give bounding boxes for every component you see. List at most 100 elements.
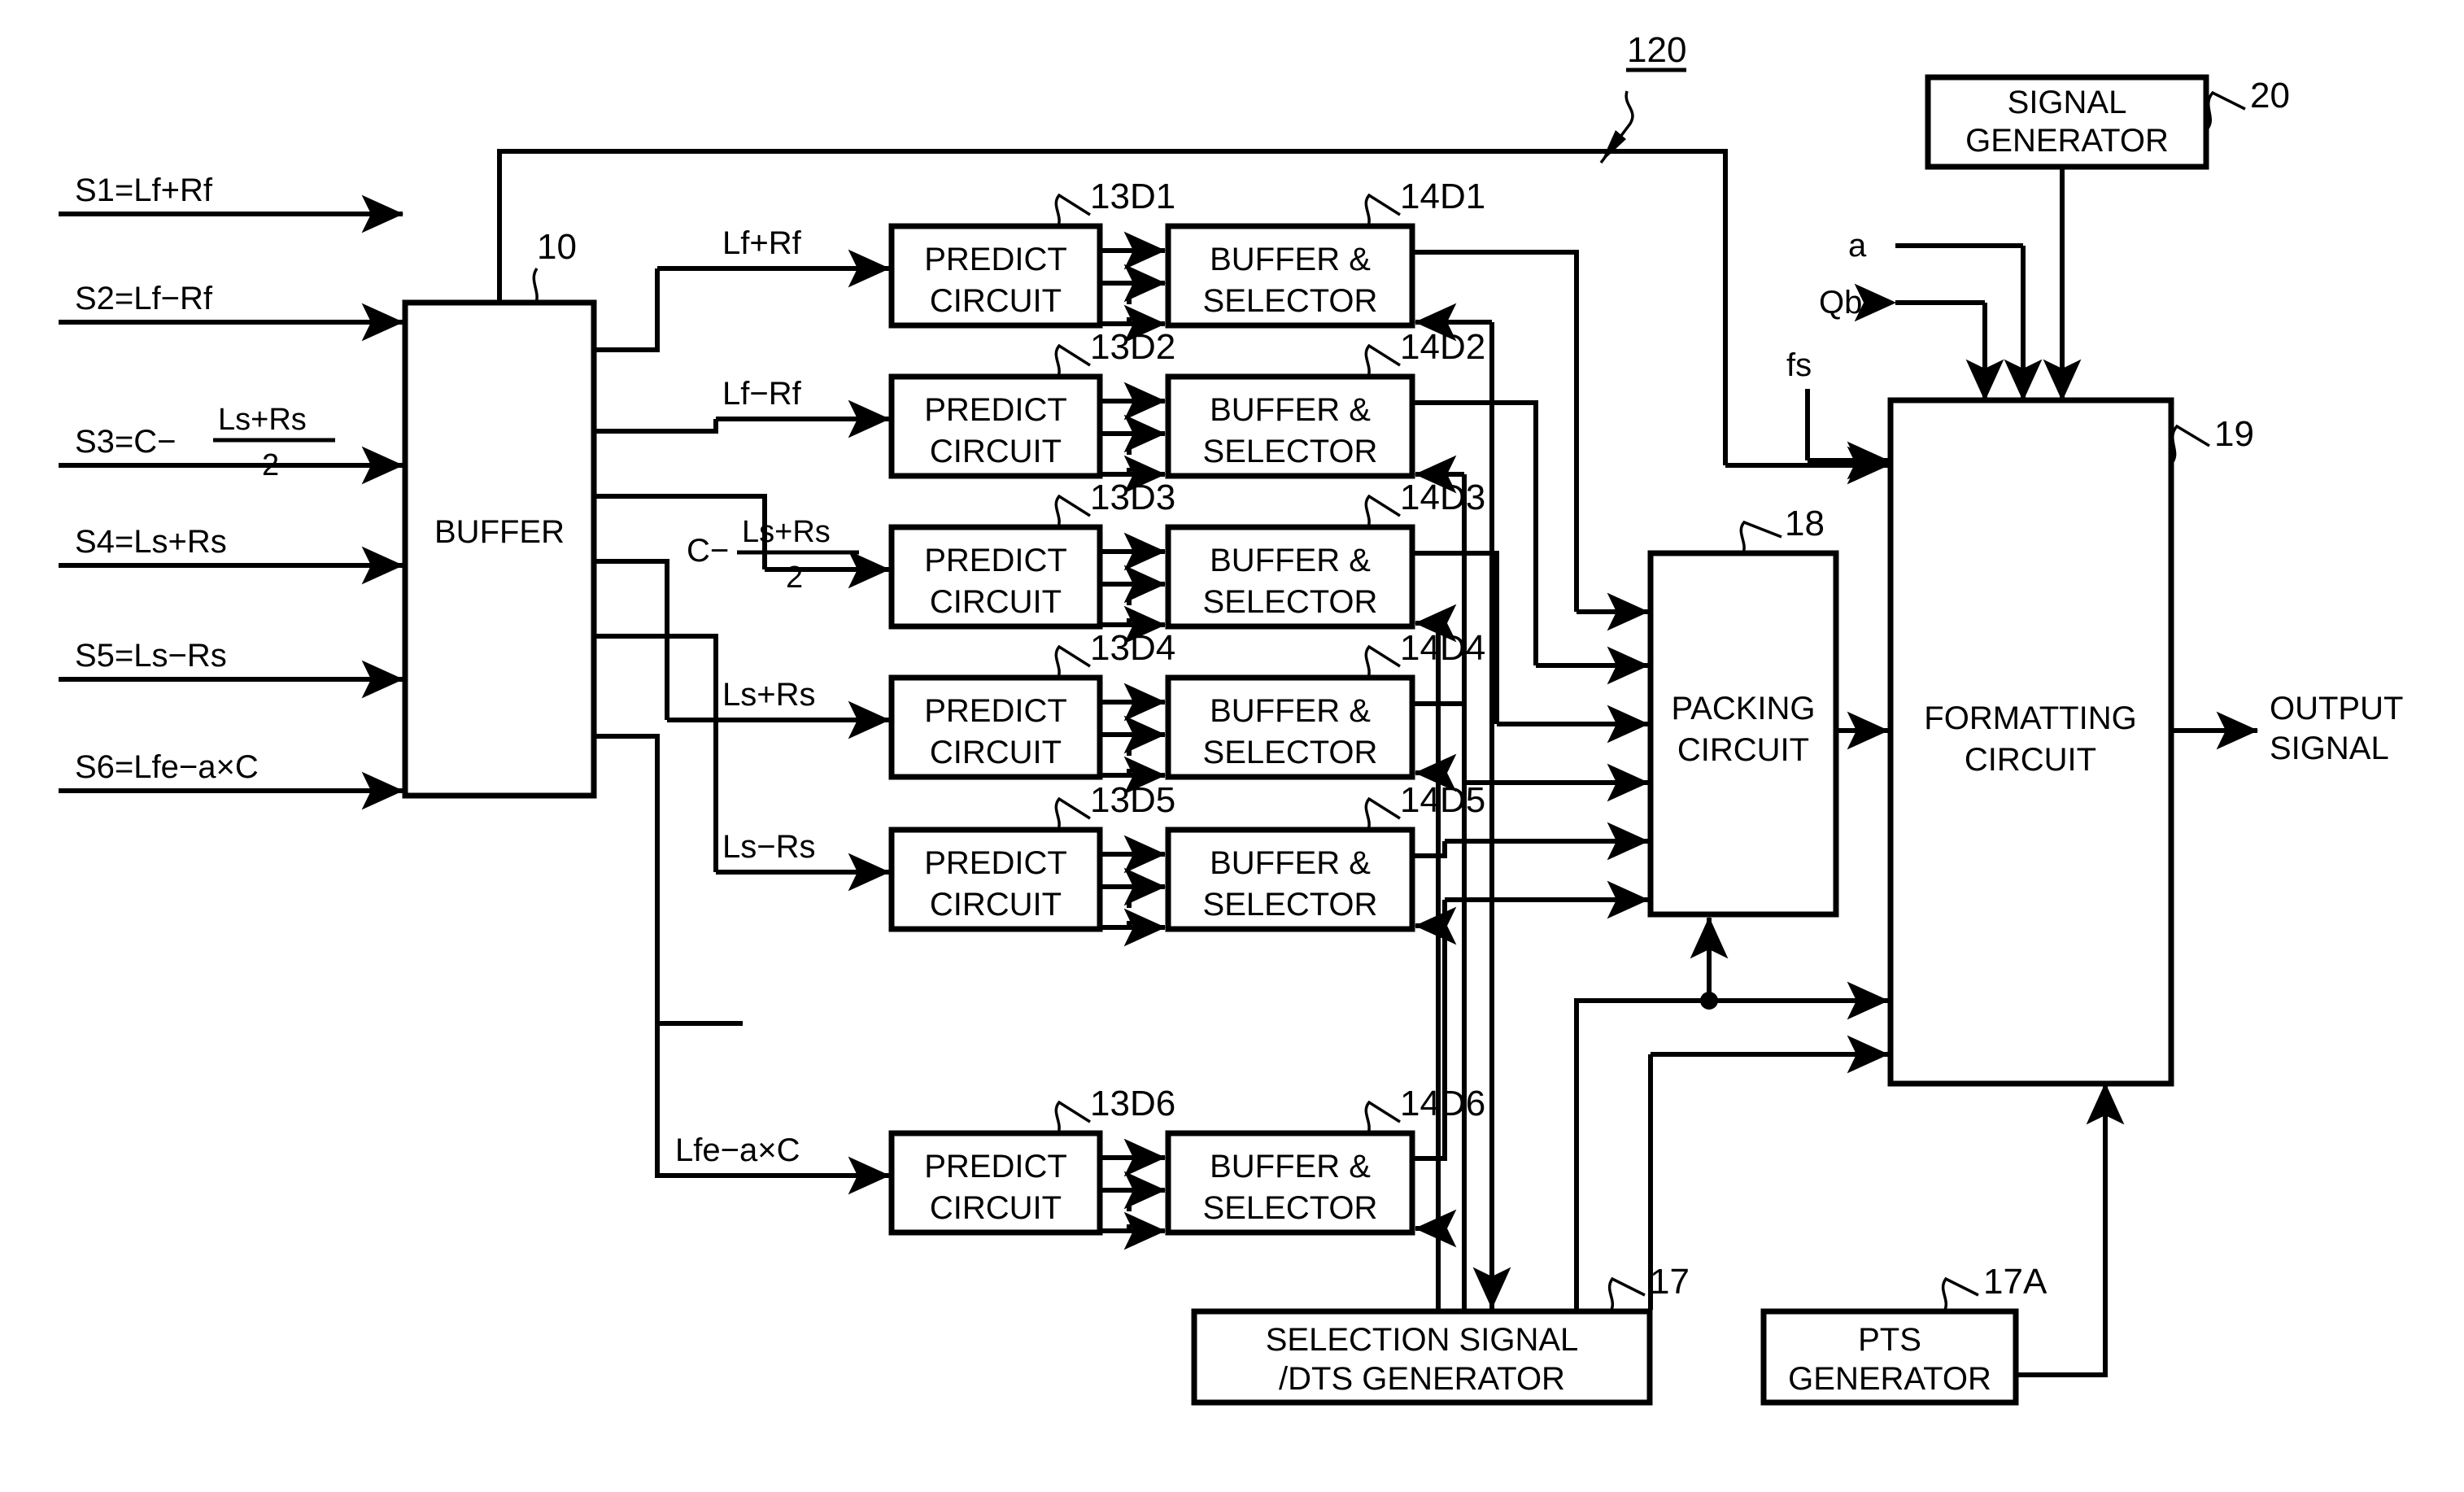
- buffer-selector-5-line2: SELECTOR: [1203, 887, 1378, 923]
- channel-label-3-numerator: Ls+Rs: [742, 515, 831, 549]
- buffer-selector-5-ref: 14D5: [1400, 780, 1485, 820]
- selection-generator-ref-leader: [1607, 1276, 1646, 1312]
- predict-circuit-row-4[interactable]: PREDICT CIRCUIT: [888, 644, 1103, 780]
- output-label-line2: SIGNAL: [2270, 731, 2389, 766]
- packing-circuit-line2: CIRCUIT: [1677, 732, 1809, 768]
- buffer-selector-5-line1: BUFFER &: [1210, 845, 1371, 881]
- predict-circuit-5-line2: CIRCUIT: [930, 887, 1062, 923]
- predict-circuit-4-ref: 13D4: [1090, 628, 1175, 668]
- predict-circuit-2-ref: 13D2: [1090, 327, 1175, 367]
- buffer-selector-4-line1: BUFFER &: [1210, 693, 1371, 729]
- buffer-selector-2-line2: SELECTOR: [1203, 434, 1378, 469]
- buffer-selector-row-3[interactable]: BUFFER & SELECTOR: [1165, 494, 1415, 630]
- input-label-s6: S6=Lfe−a×C: [75, 749, 259, 785]
- buffer-selector-row-4[interactable]: BUFFER & SELECTOR: [1165, 644, 1415, 780]
- predict-circuit-3-line1: PREDICT: [924, 543, 1067, 578]
- buffer-selector-1-ref-leader: [1364, 193, 1401, 227]
- predict-circuit-row-5[interactable]: PREDICT CIRCUIT: [888, 796, 1103, 932]
- predict-circuit-4-ref-leader: [1054, 644, 1091, 678]
- channel-label-6: Lfe−a×C: [675, 1132, 800, 1168]
- channel-label-3-lead: C−: [687, 533, 729, 569]
- buffer-selector-row-1[interactable]: BUFFER & SELECTOR: [1165, 193, 1415, 329]
- formatting-circuit-line1: FORMATTING: [1924, 700, 2136, 736]
- buffer-selector-row-6[interactable]: BUFFER & SELECTOR: [1165, 1100, 1415, 1236]
- buffer-selector-6-ref-leader: [1364, 1100, 1401, 1134]
- predict-circuit-row-6[interactable]: PREDICT CIRCUIT: [888, 1100, 1103, 1236]
- predict-circuit-4-line2: CIRCUIT: [930, 735, 1062, 770]
- pts-to-formatting-riser: [2014, 1134, 2108, 1377]
- buffer-selector-row-5[interactable]: BUFFER & SELECTOR: [1165, 796, 1415, 932]
- predict-circuit-6-line1: PREDICT: [924, 1149, 1067, 1184]
- predict-circuit-1-line1: PREDICT: [924, 242, 1067, 277]
- predict-circuit-6-line2: CIRCUIT: [930, 1190, 1062, 1226]
- predict-circuit-1-line2: CIRCUIT: [930, 283, 1062, 319]
- buffer-selector-3-ref: 14D3: [1400, 478, 1485, 517]
- predict-circuit-3-ref-leader: [1054, 494, 1091, 528]
- buffer-selector-3-ref-leader: [1364, 494, 1401, 528]
- input-label-s3-denominator: 2: [262, 448, 279, 482]
- predict-circuit-5-line1: PREDICT: [924, 845, 1067, 881]
- buffer-selector-6-line2: SELECTOR: [1203, 1190, 1378, 1226]
- formatting-circuit-line2: CIRCUIT: [1965, 742, 2096, 778]
- control-label-a: a: [1848, 228, 1867, 264]
- output-label-line1: OUTPUT: [2270, 691, 2403, 726]
- predict-circuit-row-2[interactable]: PREDICT CIRCUIT: [888, 343, 1103, 479]
- buffer-selector-4-ref: 14D4: [1400, 628, 1485, 668]
- buffer-selector-3-line1: BUFFER &: [1210, 543, 1371, 578]
- control-label-qb: Qb: [1819, 285, 1862, 321]
- channel-label-2: Lf−Rf: [722, 376, 802, 412]
- predict-circuit-2-ref-leader: [1054, 343, 1091, 377]
- input-label-s2: S2=Lf−Rf: [75, 281, 213, 316]
- buffer-selector-2-ref: 14D2: [1400, 327, 1485, 367]
- predict-circuit-5-ref: 13D5: [1090, 780, 1175, 820]
- signal-generator-ref: 20: [2250, 76, 2290, 116]
- figure-canvas: BUFFER PREDICT CIRCUIT PREDICT CIRCUIT P…: [0, 0, 2464, 1492]
- buffer-selector-row-2[interactable]: BUFFER & SELECTOR: [1165, 343, 1415, 479]
- pts-generator-ref-leader: [1941, 1276, 1979, 1312]
- buffer-selector-4-line2: SELECTOR: [1203, 735, 1378, 770]
- buffer-label: BUFFER: [434, 514, 565, 550]
- predict-circuit-2-line1: PREDICT: [924, 392, 1067, 428]
- predict-circuit-6-ref: 13D6: [1090, 1084, 1175, 1123]
- buffer-selector-6-ref: 14D6: [1400, 1084, 1485, 1123]
- pts-generator-ref: 17A: [1983, 1262, 2048, 1302]
- figure-ref-label: 120: [1627, 30, 1686, 70]
- channel-label-1: Lf+Rf: [722, 225, 802, 261]
- formatting-circuit-ref: 19: [2214, 414, 2254, 454]
- predict-circuit-2-line2: CIRCUIT: [930, 434, 1062, 469]
- predict-circuit-row-3[interactable]: PREDICT CIRCUIT: [888, 494, 1103, 630]
- signal-generator-line2: GENERATOR: [1965, 123, 2169, 159]
- packing-circuit-line1: PACKING: [1671, 691, 1815, 726]
- selection-generator-ref: 17: [1650, 1262, 1690, 1302]
- buffer-selector-1-line1: BUFFER &: [1210, 242, 1371, 277]
- input-label-s4: S4=Ls+Rs: [75, 524, 227, 560]
- formatting-circuit-ref-leader: [2170, 424, 2210, 465]
- buffer-selector-3-line2: SELECTOR: [1203, 584, 1378, 620]
- pts-generator-line2: GENERATOR: [1788, 1361, 1991, 1397]
- pts-generator-line1: PTS: [1858, 1322, 1921, 1358]
- input-label-s3-lead: S3=C−: [75, 424, 177, 460]
- signal-generator-ref-leader: [2205, 90, 2246, 132]
- predict-circuit-3-ref: 13D3: [1090, 478, 1175, 517]
- packing-circuit-ref-leader: [1739, 520, 1782, 554]
- predict-circuit-1-ref-leader: [1054, 193, 1091, 227]
- channel-label-4: Ls+Rs: [722, 677, 816, 713]
- buffer-selector-1-line2: SELECTOR: [1203, 283, 1378, 319]
- buffer-selector-6-line1: BUFFER &: [1210, 1149, 1371, 1184]
- buffer-selector-5-ref-leader: [1364, 796, 1401, 831]
- selection-generator-line2: /DTS GENERATOR: [1279, 1361, 1565, 1397]
- buffer-selector-2-ref-leader: [1364, 343, 1401, 377]
- buffer-ref-leader: [532, 267, 539, 303]
- predict-circuit-1-ref: 13D1: [1090, 177, 1175, 216]
- predict-circuit-5-ref-leader: [1054, 796, 1091, 831]
- predict-circuit-3-line2: CIRCUIT: [930, 584, 1062, 620]
- signal-generator-line1: SIGNAL: [2008, 85, 2127, 120]
- predict-circuit-row-1[interactable]: PREDICT CIRCUIT: [888, 193, 1103, 329]
- buffer-ref-label: 10: [537, 227, 577, 267]
- input-label-s1: S1=Lf+Rf: [75, 172, 213, 208]
- buffer-selector-1-ref: 14D1: [1400, 177, 1485, 216]
- control-label-fs: fs: [1786, 347, 1812, 383]
- input-label-s5: S5=Ls−Rs: [75, 638, 227, 674]
- input-label-s3-numerator: Ls+Rs: [218, 403, 307, 437]
- predict-circuit-6-ref-leader: [1054, 1100, 1091, 1134]
